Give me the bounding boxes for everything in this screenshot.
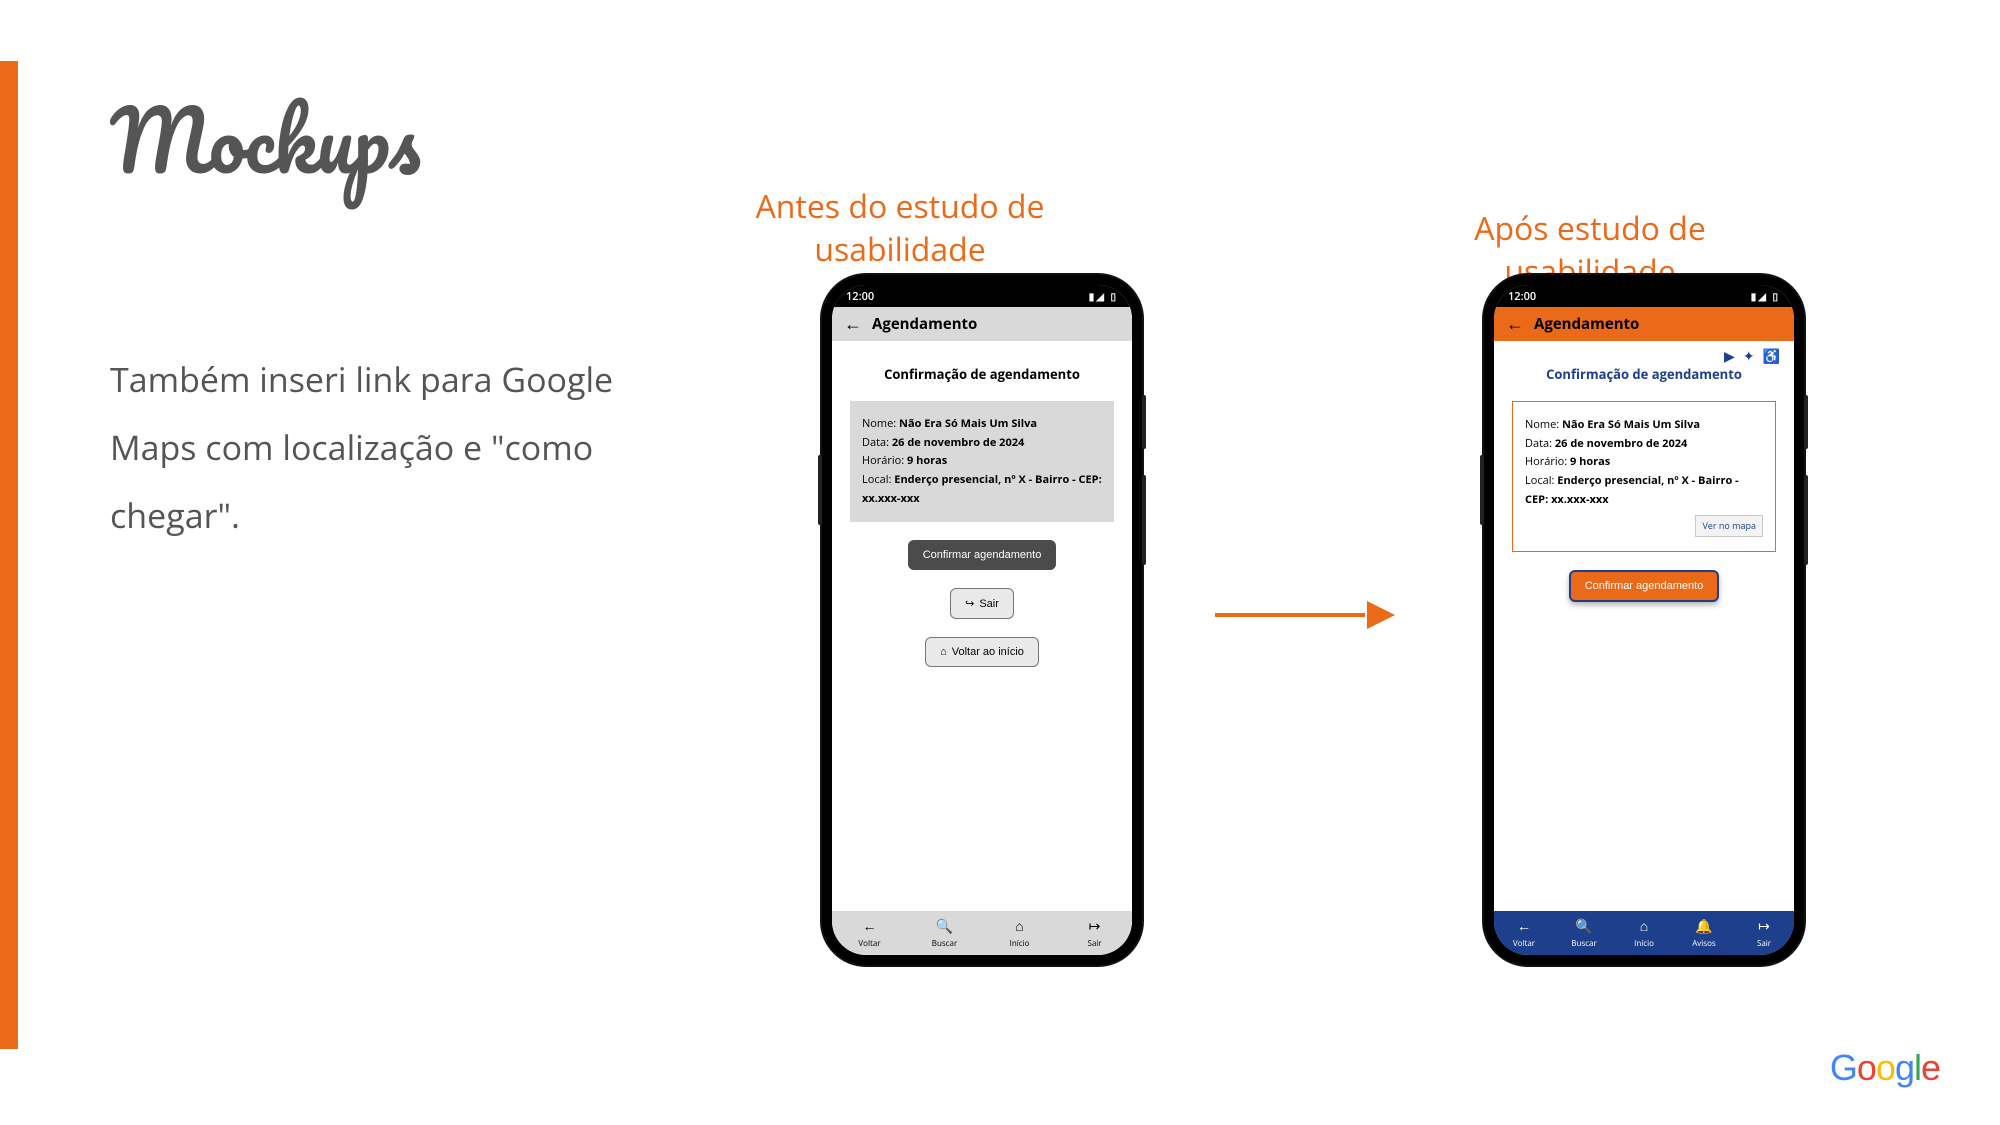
home-icon: ⌂ — [1015, 917, 1023, 936]
phone-mockup-before: 12:00 ▮◢ ▯ ← Agendamento Confirmação de … — [822, 275, 1142, 965]
screen-heading: Confirmação de agendamento — [850, 365, 1114, 383]
app-bar-title: Agendamento — [1534, 314, 1639, 334]
status-bar: 12:00 ▮◢ ▯ — [1494, 285, 1794, 307]
home-icon: ⌂ — [1640, 917, 1648, 936]
nav-buscar[interactable]: 🔍Buscar — [907, 911, 982, 955]
nav-avisos[interactable]: 🔔Avisos — [1674, 911, 1734, 955]
search-icon: 🔍 — [936, 917, 953, 936]
phone-mockup-after: 12:00 ▮◢ ▯ ← Agendamento ▶ ✦ ♿ Confirmaç… — [1484, 275, 1804, 965]
back-icon[interactable]: ← — [1506, 315, 1524, 333]
view-on-map-link[interactable]: Ver no mapa — [1695, 515, 1763, 536]
back-icon[interactable]: ← — [844, 315, 862, 333]
status-time: 12:00 — [1508, 289, 1536, 304]
appointment-card: Nome: Não Era Só Mais Um Silva Data: 26 … — [1512, 401, 1776, 552]
caption-before: Antes do estudo de usabilidade — [700, 185, 1100, 271]
slide-title: Mockups — [110, 70, 421, 210]
status-time: 12:00 — [846, 289, 874, 304]
home-icon: ⌂ — [940, 646, 947, 658]
appointment-card: Nome: Não Era Só Mais Um Silva Data: 26 … — [850, 401, 1114, 522]
confirm-button[interactable]: Confirmar agendamento — [908, 540, 1057, 570]
app-bar-title: Agendamento — [872, 314, 977, 334]
slide-body-text: Também inseri link para Google Maps com … — [110, 345, 630, 549]
search-icon: 🔍 — [1575, 917, 1592, 936]
nav-inicio[interactable]: ⌂Início — [1614, 911, 1674, 955]
accessibility-icons[interactable]: ▶ ✦ ♿ — [1724, 347, 1780, 366]
google-logo: Google — [1830, 1047, 1940, 1089]
home-button[interactable]: ⌂Voltar ao início — [925, 637, 1039, 667]
accessibility-icon[interactable]: ♿ — [1763, 347, 1780, 366]
status-icons: ▮◢ ▯ — [1089, 289, 1118, 303]
nav-inicio[interactable]: ⌂Início — [982, 911, 1057, 955]
confirm-button[interactable]: Confirmar agendamento — [1569, 570, 1720, 602]
bottom-nav: ←Voltar 🔍Buscar ⌂Início 🔔Avisos ↦Sair — [1494, 911, 1794, 955]
nav-buscar[interactable]: 🔍Buscar — [1554, 911, 1614, 955]
exit-button[interactable]: ↪Sair — [950, 588, 1014, 619]
status-bar: 12:00 ▮◢ ▯ — [832, 285, 1132, 307]
nav-sair[interactable]: ↦Sair — [1734, 911, 1794, 955]
nav-voltar[interactable]: ←Voltar — [832, 911, 907, 955]
nav-voltar[interactable]: ←Voltar — [1494, 911, 1554, 955]
nav-sair[interactable]: ↦Sair — [1057, 911, 1132, 955]
text-to-speech-icon[interactable]: ✦ — [1743, 347, 1755, 366]
app-bar: ← Agendamento — [832, 307, 1132, 341]
screen-heading: Confirmação de agendamento — [1512, 365, 1776, 383]
bell-icon: 🔔 — [1695, 917, 1712, 936]
bottom-nav: ←Voltar 🔍Buscar ⌂Início ↦Sair — [832, 911, 1132, 955]
exit-icon: ↪ — [965, 598, 974, 610]
transition-arrow — [1215, 595, 1395, 635]
arrow-left-icon: ← — [1517, 917, 1531, 936]
logout-icon: ↦ — [1089, 917, 1101, 936]
app-bar: ← Agendamento — [1494, 307, 1794, 341]
play-audio-icon[interactable]: ▶ — [1724, 347, 1735, 366]
logout-icon: ↦ — [1758, 917, 1770, 936]
slide-accent-bar — [0, 61, 18, 1049]
arrow-left-icon: ← — [863, 917, 877, 936]
status-icons: ▮◢ ▯ — [1751, 289, 1780, 303]
